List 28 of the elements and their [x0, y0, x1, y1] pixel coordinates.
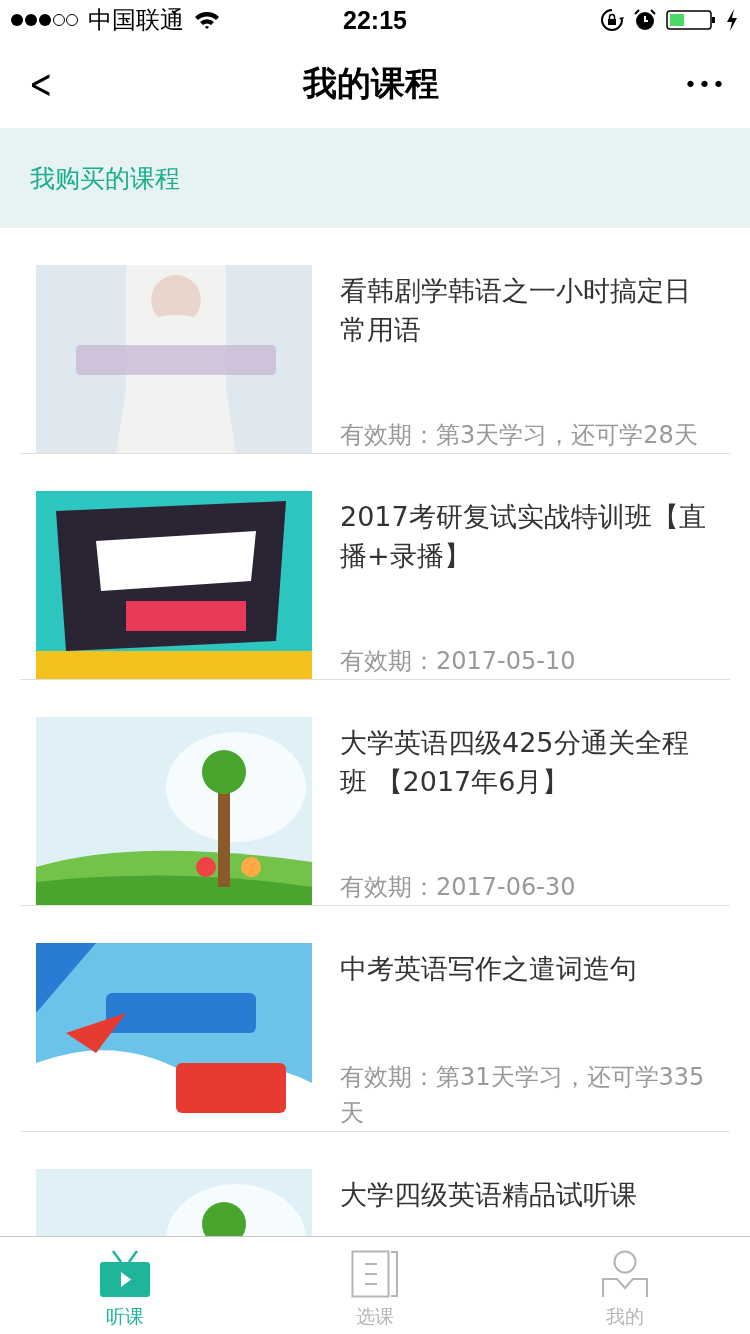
document-icon: [351, 1250, 399, 1298]
course-title: 大学英语四级425分通关全程班 【2017年6月】: [340, 726, 690, 799]
validity-text: 有效期：2017-06-30: [340, 872, 577, 903]
course-item[interactable]: 中考英语写作之遣词造句 有效期：第31天学习，还可学335天: [20, 906, 730, 1132]
tv-icon: [99, 1250, 151, 1298]
course-item[interactable]: 看韩剧学韩语之一小时搞定日常用语 有效期：第3天学习，还可学28天: [20, 228, 730, 454]
carrier-name: 中国联通: [88, 5, 184, 36]
signal-icon: [10, 13, 78, 27]
course-item[interactable]: 2017考研复试实战特训班【直播+录播】 有效期：2017-05-10: [20, 454, 730, 680]
more-button[interactable]: •••: [680, 71, 730, 97]
section-header: 我购买的课程: [0, 128, 750, 228]
page-title: 我的课程: [302, 62, 439, 105]
validity-text: 有效期：2017-05-10: [340, 646, 577, 677]
course-title: 大学四级英语精品试听课: [340, 1178, 638, 1212]
back-button[interactable]: <: [26, 61, 56, 107]
charging-icon: [726, 9, 738, 31]
course-item[interactable]: 大学英语四级425分通关全程班 【2017年6月】 有效期：2017-06-30: [20, 680, 730, 906]
wifi-icon: [194, 10, 220, 30]
alarm-icon: [634, 9, 656, 31]
course-title: 2017考研复试实战特训班【直播+录播】: [340, 500, 707, 573]
rotation-lock-icon: [600, 8, 624, 32]
battery-icon: [666, 10, 716, 30]
course-title: 看韩剧学韩语之一小时搞定日常用语: [340, 274, 692, 347]
course-title: 中考英语写作之遣词造句: [340, 952, 638, 986]
person-icon: [602, 1250, 648, 1298]
validity-text: 有效期：第3天学习，还可学28天: [340, 420, 699, 451]
status-time: 22:15: [343, 5, 407, 35]
validity-text: 有效期：第31天学习，还可学335天: [340, 1062, 706, 1129]
